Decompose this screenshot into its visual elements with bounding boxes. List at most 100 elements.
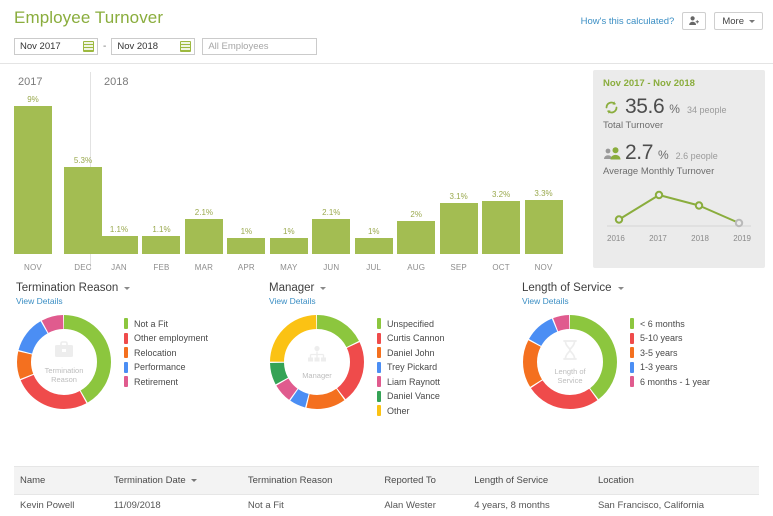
- view-details-link[interactable]: View Details: [269, 296, 506, 306]
- bar-rect[interactable]: [354, 237, 393, 254]
- legend-item[interactable]: Daniel John: [377, 347, 445, 358]
- sparkline-tick-label: 2018: [691, 234, 709, 243]
- table-column-header[interactable]: Reported To: [378, 466, 469, 495]
- legend-item[interactable]: < 6 months: [630, 318, 710, 329]
- sort-descending-icon[interactable]: [190, 479, 197, 482]
- calendar-icon[interactable]: [180, 41, 192, 52]
- bar-rect[interactable]: [142, 235, 181, 254]
- legend-item[interactable]: 5-10 years: [630, 332, 710, 344]
- view-details-link[interactable]: View Details: [522, 296, 759, 306]
- bar-rect[interactable]: [184, 219, 223, 254]
- legend-item[interactable]: Performance: [124, 361, 208, 373]
- bar-category-label: NOV: [534, 263, 553, 272]
- bar-category-label: MAR: [194, 263, 214, 272]
- more-button[interactable]: More: [714, 12, 763, 30]
- donut-title-label: Manager: [269, 282, 315, 294]
- legend-swatch: [377, 376, 381, 387]
- bar-column[interactable]: 9%: [14, 95, 52, 254]
- legend-item[interactable]: Unspecified: [377, 318, 445, 329]
- donut-chart: Termination Reason: [16, 314, 112, 410]
- legend-item[interactable]: Other employment: [124, 332, 208, 344]
- legend-swatch: [377, 390, 381, 402]
- bar-column[interactable]: 2.1%: [184, 208, 223, 254]
- donut-title[interactable]: Manager: [269, 282, 506, 294]
- chevron-down-icon[interactable]: [617, 286, 624, 290]
- table-column-header[interactable]: Location: [591, 466, 759, 495]
- legend-swatch: [377, 332, 381, 344]
- bar-category-label: SEP: [450, 263, 467, 272]
- hows-this-calculated-link[interactable]: How's this calculated?: [581, 16, 675, 27]
- bar-rect[interactable]: [312, 219, 351, 254]
- breakdown-donuts: Termination Reason View Details Terminatio…: [0, 276, 773, 420]
- donut-title[interactable]: Length of Service: [522, 282, 759, 294]
- bar-column[interactable]: 1%: [227, 226, 266, 254]
- cell-name[interactable]: Kevin Powell: [14, 495, 108, 516]
- bar-rect[interactable]: [439, 203, 478, 254]
- legend-item[interactable]: Liam Raynott: [377, 376, 445, 387]
- column-label: Location: [597, 475, 634, 486]
- bar-rect[interactable]: [482, 201, 521, 254]
- filter-bar: Nov 2017 - Nov 2018 All Employees: [0, 34, 773, 55]
- bar-column[interactable]: 2%: [397, 210, 436, 254]
- legend-swatch: [630, 318, 634, 329]
- legend-item[interactable]: Not a Fit: [124, 318, 208, 329]
- add-person-button[interactable]: [682, 12, 707, 30]
- chevron-down-icon[interactable]: [320, 286, 327, 290]
- bar-rect[interactable]: [524, 199, 563, 254]
- bar-column[interactable]: 2.1%: [312, 208, 351, 254]
- bar-rect[interactable]: [397, 221, 436, 254]
- bar-column[interactable]: 1%: [269, 227, 308, 254]
- chevron-down-icon[interactable]: [124, 286, 131, 290]
- bar-column[interactable]: 3.1%: [439, 192, 478, 254]
- bar-series: 9% NOV 5.3% DEC 1.1% JAN 1.1% FEB 2.1% MAR 1% APR 1%…: [0, 64, 593, 276]
- table-column-header[interactable]: Length of Service: [468, 466, 592, 495]
- legend-label: Other: [387, 405, 410, 416]
- legend-label: Daniel Vance: [387, 391, 440, 401]
- legend-item[interactable]: 6 months - 1 year: [630, 376, 710, 387]
- column-label: Reported To: [384, 475, 436, 486]
- table-column-header[interactable]: Name: [14, 466, 108, 495]
- bar-rect[interactable]: [269, 237, 308, 254]
- donut-title-label: Termination Reason: [16, 282, 119, 294]
- bar-column[interactable]: 3.3%: [524, 188, 563, 254]
- sparkline-tick-label: 2017: [649, 234, 667, 243]
- legend-swatch: [124, 318, 128, 329]
- calendar-icon[interactable]: [83, 41, 94, 52]
- donut-legend: Unspecified Curtis Cannon Daniel John Trey …: [377, 314, 445, 420]
- bar-rect[interactable]: [100, 235, 138, 254]
- start-date-input[interactable]: Nov 2017: [14, 38, 98, 55]
- end-date-input[interactable]: Nov 2018: [111, 38, 196, 55]
- legend-item[interactable]: Relocation: [124, 347, 208, 358]
- bar-column[interactable]: 1%: [354, 227, 393, 254]
- table-row[interactable]: Kevin Powell 11/09/2018 Not a Fit Alan West…: [14, 495, 759, 516]
- legend-label: Daniel John: [387, 347, 435, 358]
- table-column-header[interactable]: Termination Date: [107, 466, 242, 495]
- bar-column[interactable]: 3.2%: [482, 190, 521, 254]
- legend-item[interactable]: Daniel Vance: [377, 390, 445, 402]
- bar-rect[interactable]: [14, 106, 52, 254]
- bar-column[interactable]: 1.1%: [100, 225, 138, 254]
- bar-value-label: 1%: [240, 226, 253, 236]
- employee-filter-input[interactable]: All Employees: [202, 38, 318, 55]
- bar-rect[interactable]: [227, 237, 266, 254]
- legend-item[interactable]: 3-5 years: [630, 347, 710, 358]
- donut-body: Length of Service < 6 months 5-10 years 3-5 …: [522, 314, 759, 410]
- legend-item[interactable]: Curtis Cannon: [377, 332, 445, 344]
- legend-swatch: [630, 332, 634, 344]
- legend-item[interactable]: Other: [377, 405, 445, 416]
- legend-item[interactable]: Trey Pickard: [377, 361, 445, 373]
- donut-title[interactable]: Termination Reason: [16, 282, 253, 294]
- table-body: Kevin Powell 11/09/2018 Not a Fit Alan West…: [14, 495, 759, 516]
- bar-column[interactable]: 5.3%: [64, 156, 102, 254]
- bar-column[interactable]: 1.1%: [142, 225, 181, 254]
- column-label: Length of Service: [474, 475, 549, 486]
- legend-item[interactable]: Retirement: [124, 376, 208, 387]
- bar-rect[interactable]: [64, 166, 102, 254]
- table-column-header[interactable]: Termination Reason: [241, 466, 379, 495]
- bar-value-label: 3.3%: [534, 188, 553, 198]
- average-turnover-people: 2.6 people: [675, 151, 718, 161]
- view-details-link[interactable]: View Details: [16, 296, 253, 306]
- bar-category-label: JUL: [366, 263, 382, 272]
- legend-item[interactable]: 1-3 years: [630, 361, 710, 373]
- legend-label: Liam Raynott: [387, 376, 441, 387]
